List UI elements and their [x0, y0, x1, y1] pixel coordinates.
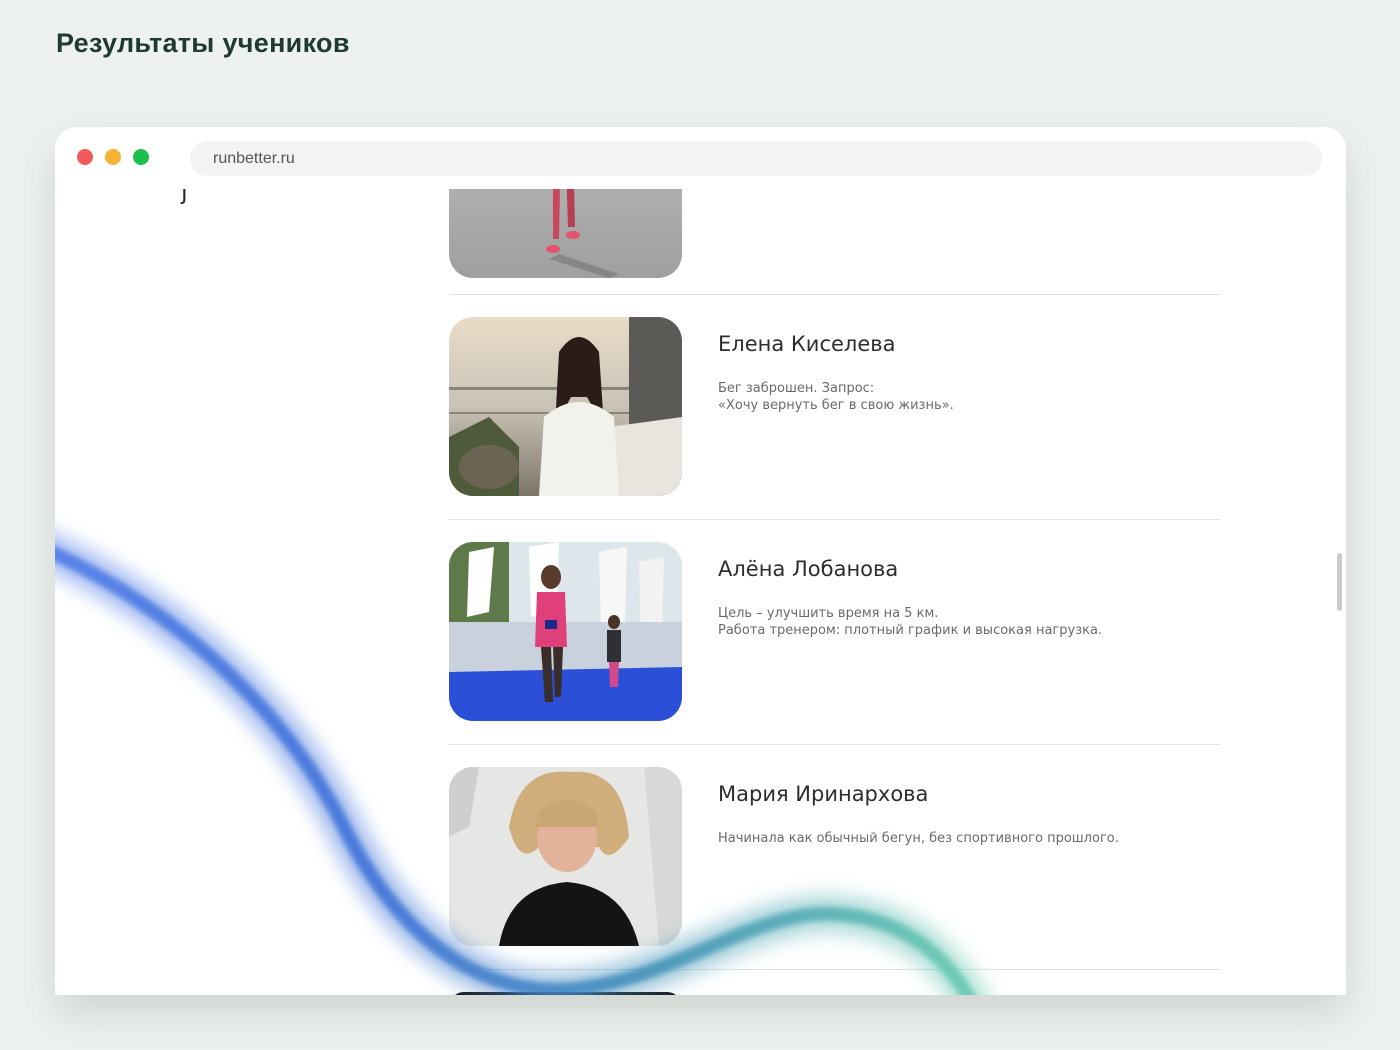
page-scrollbar[interactable] [1337, 553, 1342, 611]
student-description-alena: Цель – улучшить время на 5 км. Работа тр… [718, 605, 1102, 639]
student-photo-maria[interactable] [449, 767, 682, 946]
student-name-alena: Алёна Лобанова [718, 557, 899, 581]
description-line: Работа тренером: плотный график и высока… [718, 623, 1103, 638]
list-divider [449, 294, 1220, 295]
close-window-button[interactable] [77, 149, 93, 165]
student-photo-elena[interactable] [449, 317, 682, 496]
student-photo-next [449, 992, 682, 995]
list-divider [449, 519, 1220, 520]
browser-toolbar: runbetter.ru [55, 127, 1346, 189]
page-title: Результаты учеников [56, 28, 350, 58]
description-line: «Хочу вернуть бег в свою жизнь». [718, 398, 954, 413]
description-line: Начинала как обычный бегун, без спортивн… [718, 831, 1119, 846]
address-bar[interactable]: runbetter.ru [190, 141, 1322, 176]
browser-window: runbetter.ru ȷ Елена Киселева Бег заброш… [55, 127, 1346, 995]
description-line: Цель – улучшить время на 5 км. [718, 606, 939, 621]
list-divider [449, 744, 1220, 745]
maximize-window-button[interactable] [133, 149, 149, 165]
page-content: ȷ Елена Киселева Бег заброшен. Запрос: «… [55, 127, 1346, 995]
description-line: Бег заброшен. Запрос: [718, 381, 875, 396]
list-divider [449, 969, 1220, 970]
student-name-maria: Мария Иринархова [718, 782, 929, 806]
student-description-maria: Начинала как обычный бегун, без спортивн… [718, 830, 1119, 847]
minimize-window-button[interactable] [105, 149, 121, 165]
student-name-elena: Елена Киселева [718, 332, 896, 356]
decorative-wave [55, 532, 990, 995]
student-description-elena: Бег заброшен. Запрос: «Хочу вернуть бег … [718, 380, 954, 414]
student-photo-alena[interactable] [449, 542, 682, 721]
